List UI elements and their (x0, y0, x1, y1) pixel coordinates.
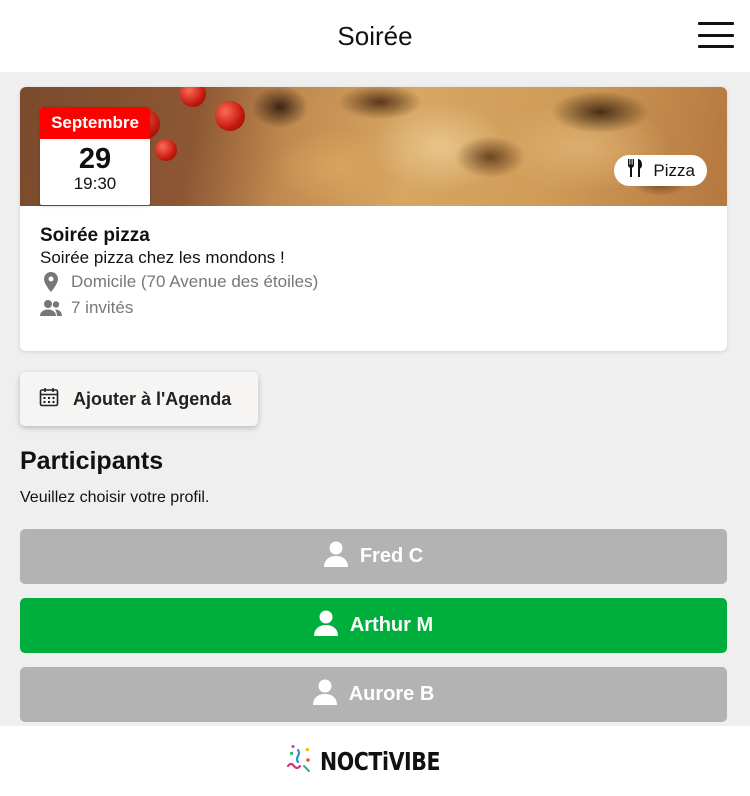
top-app-bar: Soirée (0, 0, 750, 72)
guests-text: 7 invités (71, 298, 134, 317)
noctivibe-logo: NOCTiVIBE (284, 744, 466, 779)
participant-button-aurore-b[interactable]: Aurore B (20, 667, 727, 722)
date-time: 19:30 (73, 174, 117, 193)
tomato-decoration (155, 139, 177, 161)
add-to-agenda-button[interactable]: Ajouter à l'Agenda (20, 372, 258, 426)
footer: NOCTiVIBE (0, 726, 750, 796)
participants-instructions: Veuillez choisir votre profil. (20, 489, 210, 506)
participant-name: Aurore B (348, 683, 435, 705)
location-text: Domicile (70 Avenue des étoiles) (71, 272, 319, 291)
location-pin-icon (40, 272, 62, 292)
menu-line (698, 33, 734, 37)
logo-text: NOCTiVIBE (319, 746, 440, 776)
fork-knife-icon (626, 158, 644, 183)
page-title: Soirée (337, 20, 413, 51)
participant-button-arthur-m[interactable]: Arthur M (20, 598, 727, 653)
event-description: Soirée pizza chez les mondons ! (40, 248, 285, 267)
category-chip: Pizza (614, 155, 707, 186)
event-card: Septembre 29 19:30 Pizza Soirée pizza So… (20, 87, 727, 351)
menu-line (698, 45, 734, 48)
tomato-decoration (180, 87, 206, 107)
user-icon (323, 541, 348, 573)
confetti-logo-icon (284, 744, 316, 779)
calendar-icon (39, 387, 59, 412)
date-badge: Septembre 29 19:30 (40, 107, 150, 205)
date-day: 29 (78, 143, 112, 175)
event-title: Soirée pizza (40, 225, 150, 246)
event-banner-image: Septembre 29 19:30 Pizza (20, 87, 727, 206)
participant-name: Arthur M (349, 614, 434, 636)
add-to-agenda-label: Ajouter à l'Agenda (73, 388, 232, 409)
menu-line (698, 22, 734, 25)
user-icon (313, 610, 338, 642)
event-location: Domicile (70 Avenue des étoiles) (40, 269, 707, 295)
users-icon (40, 299, 62, 317)
user-icon (312, 679, 337, 711)
participants-heading: Participants (20, 447, 164, 475)
date-month: Septembre (40, 107, 150, 139)
category-label: Pizza (653, 160, 695, 180)
participant-name: Fred C (359, 545, 424, 567)
event-guests: 7 invités (40, 295, 707, 321)
event-details: Soirée pizza Soirée pizza chez les mondo… (20, 206, 727, 321)
hamburger-menu-icon[interactable] (698, 22, 734, 48)
tomato-decoration (215, 101, 245, 131)
participant-button-fred-c[interactable]: Fred C (20, 529, 727, 584)
